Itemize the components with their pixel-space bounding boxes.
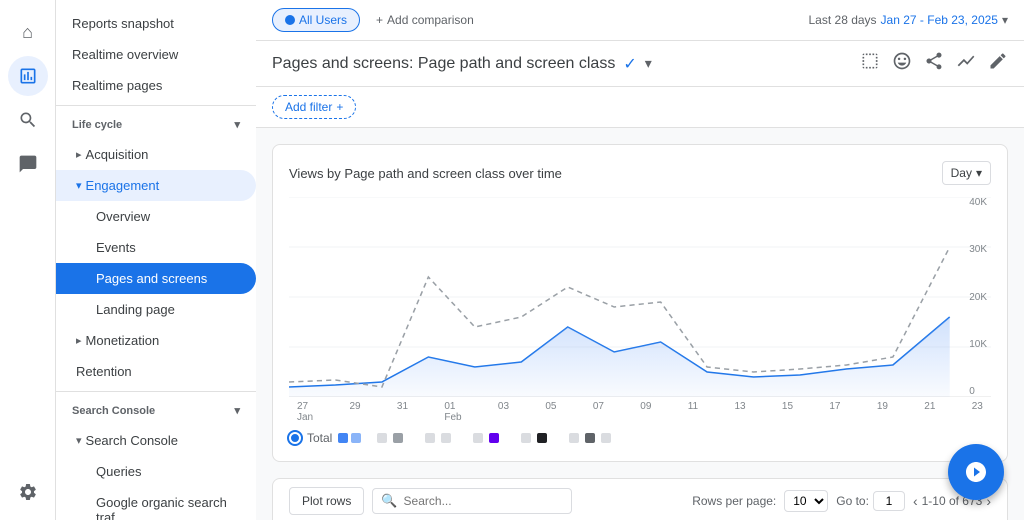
chart-svg	[289, 197, 991, 397]
add-comparison-button[interactable]: + Add comparison	[368, 9, 482, 31]
sidebar-item-engagement[interactable]: ▾ Engagement	[56, 170, 256, 201]
chevron-up-icon2: ▾	[234, 404, 240, 417]
sidebar-item-monetization[interactable]: ▸ Monetization	[56, 325, 256, 356]
chevron-right-icon2: ▸	[76, 334, 82, 347]
chevron-up-icon: ▾	[234, 118, 240, 131]
legend-dots	[377, 433, 611, 443]
analytics-icon[interactable]	[956, 51, 976, 76]
prev-page-button[interactable]: ‹	[913, 493, 918, 509]
chevron-right-icon: ▸	[76, 148, 82, 161]
chevron-date-icon: ▾	[1002, 13, 1008, 27]
content-area: Views by Page path and screen class over…	[256, 128, 1024, 520]
advertising-icon[interactable]	[8, 144, 48, 184]
search-icon: 🔍	[381, 493, 397, 509]
rows-per-page-select[interactable]: 10 25 50	[784, 490, 828, 512]
page-header: Pages and screens: Page path and screen …	[256, 41, 1024, 87]
add-filter-button[interactable]: Add filter +	[272, 95, 356, 119]
reports-icon[interactable]	[8, 56, 48, 96]
chevron-down-icon2: ▾	[76, 434, 82, 447]
chart-title: Views by Page path and screen class over…	[289, 166, 562, 181]
plus-filter-icon: +	[336, 100, 343, 114]
search-input[interactable]	[404, 494, 564, 508]
chart-card: Views by Page path and screen class over…	[272, 144, 1008, 462]
plus-icon: +	[376, 13, 383, 27]
sidebar-item-overview[interactable]: Overview	[56, 201, 256, 232]
table-controls: Plot rows 🔍 Rows per page: 10 25 50 Go t…	[272, 478, 1008, 520]
rows-per-page: Rows per page: 10 25 50	[692, 490, 828, 512]
top-bar: All Users + Add comparison Last 28 days …	[256, 0, 1024, 41]
sidebar-item-search-console[interactable]: ▾ Search Console	[56, 425, 256, 456]
customize-icon[interactable]	[860, 51, 880, 76]
chart-area: 40K 30K 20K 10K 0	[289, 197, 991, 397]
emoji-icon[interactable]	[892, 51, 912, 76]
all-users-button[interactable]: All Users	[272, 8, 360, 32]
y-axis-labels: 40K 30K 20K 10K 0	[965, 197, 991, 397]
date-range[interactable]: Last 28 days Jan 27 - Feb 23, 2025 ▾	[809, 13, 1009, 27]
chevron-down-icon: ▾	[76, 179, 82, 192]
main-content: All Users + Add comparison Last 28 days …	[256, 0, 1024, 520]
sidebar-item-events[interactable]: Events	[56, 232, 256, 263]
day-chevron-icon: ▾	[976, 166, 982, 180]
verified-icon: ✓	[623, 54, 636, 74]
page-title: Pages and screens: Page path and screen …	[272, 54, 652, 74]
sidebar-item-queries[interactable]: Queries	[56, 456, 256, 487]
legend-total: Total	[289, 431, 361, 445]
plot-rows-button[interactable]: Plot rows	[289, 487, 364, 515]
data-table-container: Plot rows 🔍 Rows per page: 10 25 50 Go t…	[272, 478, 1008, 520]
goto-control: Go to:	[836, 491, 905, 511]
sidebar-item-retention[interactable]: Retention	[56, 356, 256, 387]
x-axis: 27Jan 29 31 01Feb 03 05 07 09 11 13 15 1…	[289, 397, 991, 423]
fab-button[interactable]	[948, 444, 1004, 500]
home-icon[interactable]: ⌂	[8, 12, 48, 52]
sidebar-item-landing-page[interactable]: Landing page	[56, 294, 256, 325]
sidebar-item-realtime-overview[interactable]: Realtime overview	[56, 39, 256, 70]
life-cycle-section[interactable]: Life cycle ▾	[56, 110, 256, 139]
sidebar: Reports snapshot Realtime overview Realt…	[56, 0, 256, 520]
configure-icon[interactable]	[8, 472, 48, 512]
sidebar-item-google-organic[interactable]: Google organic search traf...	[56, 487, 256, 520]
title-dropdown-icon[interactable]: ▾	[645, 55, 652, 72]
edit-icon[interactable]	[988, 51, 1008, 76]
sidebar-item-realtime-pages[interactable]: Realtime pages	[56, 70, 256, 101]
filter-bar: Add filter +	[256, 87, 1024, 128]
sidebar-item-acquisition[interactable]: ▸ Acquisition	[56, 139, 256, 170]
chart-legend: Total	[289, 423, 991, 445]
search-box[interactable]: 🔍	[372, 488, 572, 514]
sidebar-item-reports-snapshot[interactable]: Reports snapshot	[56, 8, 256, 39]
page-actions	[860, 51, 1008, 76]
search-console-section[interactable]: Search Console ▾	[56, 396, 256, 425]
day-selector[interactable]: Day ▾	[942, 161, 991, 185]
share-icon[interactable]	[924, 51, 944, 76]
explore-icon[interactable]	[8, 100, 48, 140]
sidebar-item-pages-screens[interactable]: Pages and screens	[56, 263, 256, 294]
goto-input[interactable]	[873, 491, 905, 511]
